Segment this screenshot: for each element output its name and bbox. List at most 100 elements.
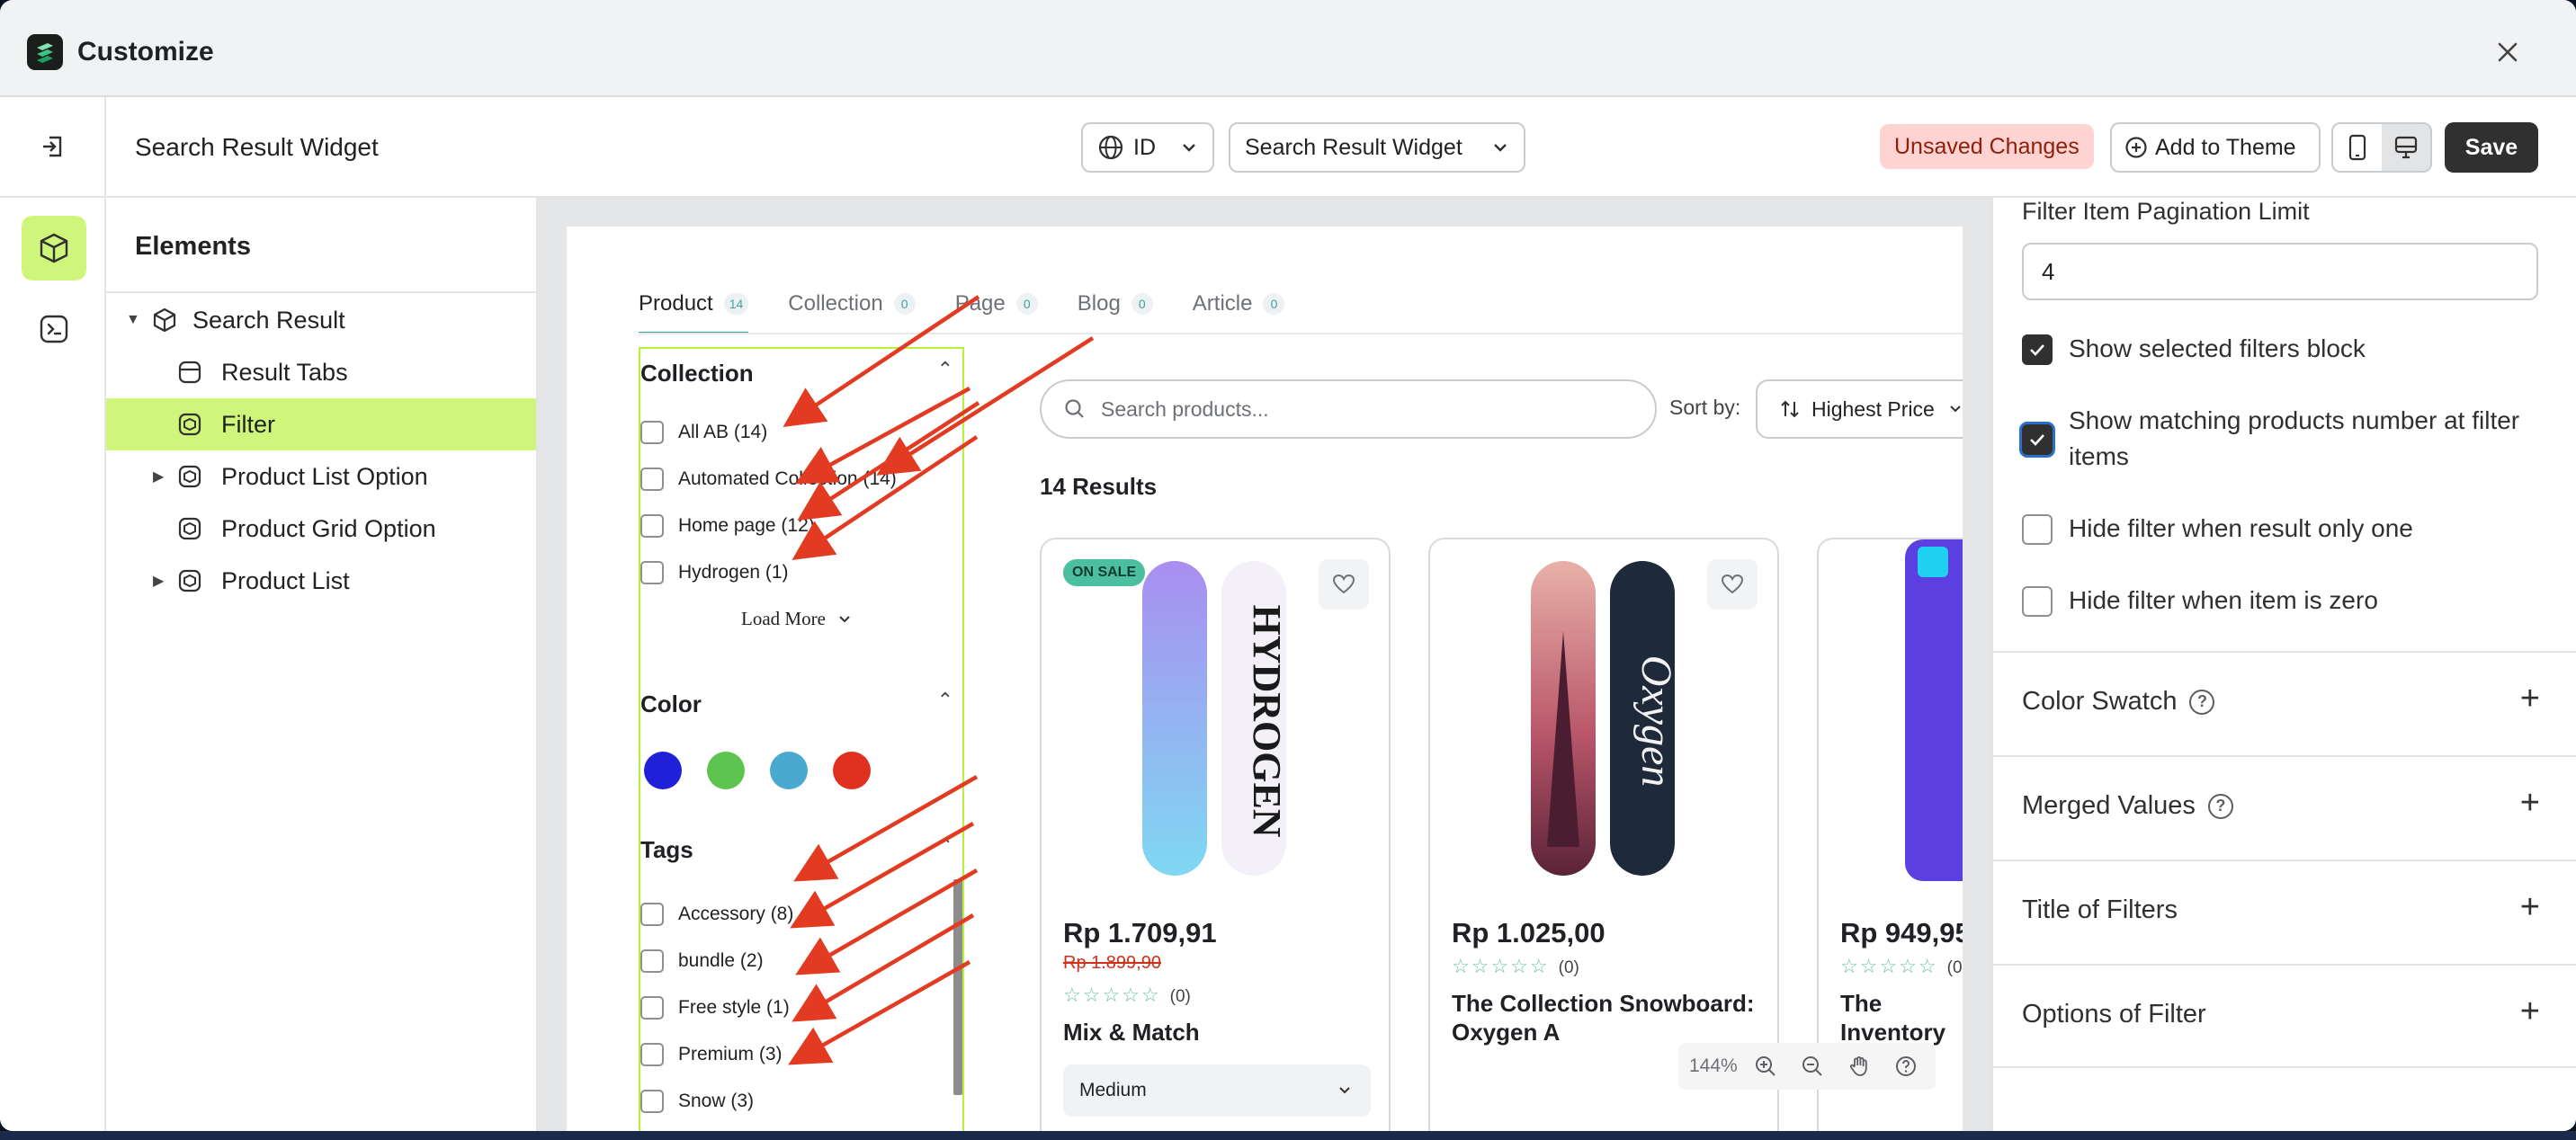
pagination-limit-input[interactable]: 4 xyxy=(2022,243,2538,300)
caret-down-icon[interactable]: ▼ xyxy=(126,312,140,328)
search-input[interactable]: Search products... xyxy=(1040,379,1657,439)
desktop-view-button[interactable] xyxy=(2382,124,2430,171)
plus-icon[interactable]: + xyxy=(2520,888,2540,927)
tab-collection[interactable]: Collection 0 xyxy=(788,286,916,322)
checkbox[interactable] xyxy=(640,903,664,926)
tree-item-label: Search Result xyxy=(192,306,345,334)
tab-count: 14 xyxy=(723,293,749,315)
checkbox[interactable] xyxy=(640,949,664,973)
filter-option[interactable]: Free style (1) xyxy=(640,996,790,1020)
results-count: 14 Results xyxy=(1040,473,1158,500)
filter-option-label: Accessory (8) xyxy=(678,904,794,924)
add-to-theme-button[interactable]: Add to Theme xyxy=(2110,122,2321,173)
checkbox[interactable] xyxy=(640,514,664,538)
filter-option[interactable]: Accessory (8) xyxy=(640,903,793,926)
help-icon[interactable] xyxy=(1887,1047,1925,1085)
cube-icon xyxy=(40,233,68,263)
checkbox[interactable] xyxy=(640,1090,664,1113)
checkbox[interactable] xyxy=(640,561,664,584)
filter-option[interactable]: Automated Collection (14) xyxy=(640,468,897,491)
color-swatch-section[interactable]: Color Swatch? + xyxy=(1993,651,2576,755)
tab-label: Blog xyxy=(1077,291,1121,316)
code-rail-button[interactable] xyxy=(22,297,86,361)
template-select[interactable]: Search Result Widget xyxy=(1229,122,1525,173)
filter-option[interactable]: All AB (14) xyxy=(640,421,767,444)
merged-values-section[interactable]: Merged Values? + xyxy=(1993,755,2576,859)
plus-icon[interactable]: + xyxy=(2520,993,2540,1031)
tab-label: Article xyxy=(1192,291,1253,316)
unsaved-changes-badge: Unsaved Changes xyxy=(1880,124,2094,169)
tab-count: 0 xyxy=(893,293,916,315)
tree-item-product-grid-option[interactable]: Product Grid Option xyxy=(106,503,536,555)
show-selected-filters-checkbox[interactable] xyxy=(2022,334,2053,365)
color-filter-title: Color xyxy=(640,690,702,717)
cube-icon xyxy=(151,307,178,334)
color-swatch[interactable] xyxy=(770,752,808,789)
left-rail xyxy=(0,97,106,1131)
checkbox[interactable] xyxy=(640,421,664,444)
filter-option[interactable]: Hydrogen (1) xyxy=(640,561,789,584)
filter-option[interactable]: bundle (2) xyxy=(640,949,764,973)
zoom-in-icon[interactable] xyxy=(1747,1047,1784,1085)
load-more-button[interactable]: Load More xyxy=(741,608,853,630)
hide-filter-zero-checkbox[interactable] xyxy=(2022,586,2053,617)
close-icon[interactable] xyxy=(2490,34,2526,70)
color-swatch[interactable] xyxy=(833,752,871,789)
checkbox[interactable] xyxy=(640,1043,664,1066)
checkbox[interactable] xyxy=(640,996,664,1020)
component-icon xyxy=(176,463,203,490)
options-of-filter-section[interactable]: Options of Filter + xyxy=(1993,964,2576,1068)
language-select[interactable]: ID xyxy=(1081,122,1214,173)
filter-option-label: Hydrogen (1) xyxy=(678,562,789,583)
caret-right-icon[interactable]: ▶ xyxy=(153,468,164,485)
tab-label: Product xyxy=(639,291,713,316)
hand-pan-icon[interactable] xyxy=(1840,1047,1878,1085)
hide-filter-one-result-checkbox[interactable] xyxy=(2022,514,2053,545)
rating-stars: ☆☆☆☆☆(0) xyxy=(1063,984,1191,1006)
tree-item-product-list-option[interactable]: ▶ Product List Option xyxy=(106,450,536,503)
caret-right-icon[interactable]: ▶ xyxy=(153,572,164,590)
product-name[interactable]: The Collection Snowboard: Oxygen A xyxy=(1452,989,1767,1046)
checkbox[interactable] xyxy=(640,468,664,491)
tree-item-search-result[interactable]: ▼ Search Result xyxy=(106,294,536,346)
tab-blog[interactable]: Blog 0 xyxy=(1078,286,1153,322)
tab-page[interactable]: Page 0 xyxy=(955,286,1038,322)
search-icon xyxy=(1065,399,1084,418)
chevron-up-icon[interactable]: ⌃ xyxy=(937,689,953,712)
plus-icon[interactable]: + xyxy=(2520,784,2540,823)
show-matching-number-checkbox[interactable] xyxy=(2022,424,2053,455)
zoom-out-icon[interactable] xyxy=(1793,1047,1831,1085)
title-of-filters-section[interactable]: Title of Filters + xyxy=(1993,859,2576,964)
chevron-up-icon[interactable]: ⌃ xyxy=(937,834,953,858)
product-name[interactable]: Mix & Match xyxy=(1063,1018,1378,1046)
exit-button[interactable] xyxy=(0,97,106,198)
add-to-theme-label: Add to Theme xyxy=(2155,134,2296,160)
chevron-up-icon[interactable]: ⌃ xyxy=(937,358,953,381)
filter-option[interactable]: Home page (12) xyxy=(640,514,815,538)
help-icon[interactable]: ? xyxy=(2189,689,2215,715)
tree-item-filter[interactable]: Filter xyxy=(106,398,536,450)
product-name[interactable]: The Inventory Snowboard xyxy=(1840,989,1963,1046)
mobile-view-button[interactable] xyxy=(2333,124,2382,171)
color-swatch[interactable] xyxy=(644,752,682,789)
zoom-toolbar: 144% xyxy=(1678,1043,1936,1090)
elements-rail-button[interactable] xyxy=(22,216,86,281)
filter-option[interactable]: Snow (3) xyxy=(640,1090,754,1113)
filter-option-label: Automated Collection (14) xyxy=(678,468,897,489)
product-card[interactable]: Oxygen Rp 1.025,00 ☆☆☆☆☆ (0) The Collecti… xyxy=(1428,538,1779,1131)
tab-article[interactable]: Article 0 xyxy=(1193,286,1285,322)
tab-product[interactable]: Product 14 xyxy=(639,286,749,334)
color-swatch[interactable] xyxy=(707,752,745,789)
filter-option[interactable]: Premium (3) xyxy=(640,1043,783,1066)
tree-item-product-list[interactable]: ▶ Product List xyxy=(106,555,536,607)
help-icon[interactable]: ? xyxy=(2207,793,2233,819)
save-button[interactable]: Save xyxy=(2445,122,2538,173)
sort-select[interactable]: Highest Price xyxy=(1756,379,1963,439)
product-card[interactable]: ON SALE HYDROGEN Rp 1.709,91 Rp 1.899,90… xyxy=(1040,538,1391,1131)
tree-item-result-tabs[interactable]: Result Tabs xyxy=(106,346,536,398)
scrollbar[interactable] xyxy=(953,879,962,1095)
variant-select[interactable]: Medium xyxy=(1063,1064,1371,1117)
product-card[interactable]: Rp 949,95 ☆☆☆☆☆(0) The Inventory Snowboa… xyxy=(1817,538,1963,1131)
plus-icon[interactable]: + xyxy=(2520,680,2540,718)
exit-icon xyxy=(43,136,62,157)
